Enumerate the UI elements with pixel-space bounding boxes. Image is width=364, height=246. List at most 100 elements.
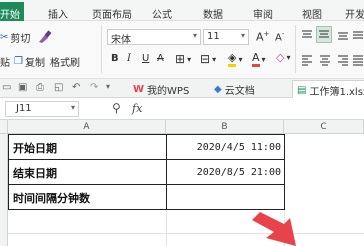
gridline (166, 209, 167, 246)
cut-button[interactable]: ✂ 剪切 (0, 30, 30, 45)
border-grid-icon: ⊞ (175, 52, 186, 66)
name-box-value: J11 (16, 103, 32, 114)
increase-font-button[interactable]: A+ (256, 30, 269, 44)
tab-page-layout[interactable]: 页面布局 (92, 6, 132, 21)
save-icon: ▣ (18, 82, 28, 93)
cell-a1[interactable]: 开始日期 (8, 134, 167, 160)
italic-button[interactable]: I (127, 53, 131, 64)
format-painter-button[interactable]: 格式刷 (50, 54, 80, 69)
borders-button[interactable]: ⊞ ▾ (175, 52, 191, 66)
tab-insert[interactable]: 插入 (48, 6, 68, 21)
fill-color-button[interactable]: ◈ ▾ (228, 51, 242, 67)
paste-button[interactable]: 贴 (0, 54, 10, 69)
font-name-value: 宋体 (111, 35, 131, 46)
tab-cloud-docs-label: 云文档 (224, 86, 255, 97)
cut-label: 剪切 (10, 34, 31, 45)
chevron-down-icon: ▾ (240, 31, 245, 40)
copy-icon: ❐ (14, 56, 23, 67)
divider (101, 25, 102, 73)
bold-button[interactable]: B (111, 53, 119, 64)
document-tab-bar: ▭ ▣ ⎙ ◱ ↶ ↷ ▾ W 我的WPS ◆ 云文档 ▤ 工作簿1.xlsx (0, 78, 364, 98)
divider (295, 25, 296, 73)
preview-icon: ◱ (54, 82, 64, 93)
bold-icon: B (111, 53, 119, 64)
decrease-font-button[interactable]: A- (275, 30, 284, 43)
column-header-a[interactable]: A (8, 120, 166, 134)
cloud-icon: ◆ (214, 84, 222, 95)
font-size-select[interactable]: 11 ▾ (203, 29, 249, 45)
tab-home[interactable]: 开始 (0, 2, 24, 21)
copy-label: 复制 (24, 58, 45, 69)
chevron-down-icon: ▾ (212, 54, 217, 64)
end-date-label: 结束日期 (13, 167, 57, 180)
align-bottom-button[interactable] (336, 28, 350, 42)
align-center-button[interactable] (318, 53, 332, 67)
pointer-arrow-icon (252, 212, 296, 246)
tab-workbook[interactable]: ▤ 工作簿1.xlsx (292, 80, 364, 98)
cell-b1[interactable]: 2020/4/5 11:00 (166, 134, 285, 160)
start-date-value: 2020/4/5 11:00 (196, 142, 281, 153)
folder-icon: ▭ (2, 82, 12, 93)
tab-my-wps-label: 我的WPS (147, 86, 190, 97)
save-button[interactable]: ▣ (18, 82, 27, 93)
interval-minutes-label: 时间间隔分钟数 (13, 192, 90, 205)
cell-a3[interactable]: 时间间隔分钟数 (8, 184, 167, 210)
italic-icon: I (127, 53, 131, 64)
merge-icon: ⊟ (200, 52, 211, 66)
column-a-label: A (83, 122, 90, 132)
tab-review[interactable]: 审阅 (253, 6, 273, 21)
column-header-b[interactable]: B (166, 120, 284, 134)
brush-button[interactable] (36, 30, 52, 44)
distributed-align-button[interactable] (352, 53, 364, 67)
quick-access-menu-button[interactable]: ▾ (106, 82, 110, 91)
copy-button[interactable]: ❐ 复制 (14, 54, 45, 69)
fx-icon: fx (132, 102, 143, 115)
tab-cloud-docs[interactable]: ◆ 云文档 (214, 82, 255, 97)
formula-input[interactable] (150, 101, 364, 117)
zoom-formula-button[interactable]: ⚲ (112, 101, 121, 115)
align-center-icon (320, 55, 330, 66)
align-middle-button[interactable] (316, 26, 332, 43)
cell-a2[interactable]: 结束日期 (8, 159, 167, 185)
tab-view[interactable]: 视图 (302, 6, 322, 21)
underline-button[interactable]: U (142, 53, 149, 64)
tab-my-wps[interactable]: W 我的WPS (133, 82, 189, 97)
align-right-button[interactable] (336, 53, 350, 67)
chevron-down-icon: ▾ (261, 54, 266, 64)
cell-b3[interactable] (166, 184, 285, 210)
font-decrease-icon: A- (275, 30, 285, 44)
insert-function-button[interactable]: fx (132, 102, 142, 115)
chevron-down-icon: ▾ (187, 54, 192, 64)
open-button[interactable]: ▭ (2, 82, 11, 93)
clear-format-button[interactable]: ◇ ▾ (276, 51, 290, 64)
tab-formulas[interactable]: 公式 (152, 6, 172, 21)
paste-label: 贴 (0, 58, 10, 69)
tab-developer[interactable]: 开发 (345, 6, 364, 21)
redo-button[interactable]: ↷ (90, 82, 98, 93)
font-name-select[interactable]: 宋体 ▾ (107, 29, 201, 46)
merge-cells-button[interactable]: ⊟ ▾ (200, 52, 216, 66)
align-bottom-icon (338, 32, 348, 40)
tab-data[interactable]: 数据 (203, 6, 223, 21)
chevron-down-icon: ▾ (286, 53, 291, 62)
cell-b2[interactable]: 2020/8/5 21:00 (166, 159, 285, 185)
align-justify-button[interactable] (352, 28, 364, 42)
spreadsheet-icon: ▤ (297, 85, 307, 96)
font-color-button[interactable]: A ▾ (252, 51, 266, 67)
eraser-icon: ◇ (276, 51, 285, 64)
strikethrough-button[interactable]: A (157, 53, 164, 64)
column-header-c[interactable]: C (284, 120, 364, 134)
chevron-down-icon: ▾ (238, 54, 243, 64)
align-left-button[interactable] (300, 53, 314, 67)
name-box[interactable]: J11 ▾ (5, 101, 79, 117)
align-top-button[interactable] (300, 28, 314, 42)
font-size-value: 11 (207, 31, 220, 42)
toolbar: ✂ 剪切 贴 ❐ 复制 格式刷 宋体 ▾ 11 ▾ A+ A- B I U A … (0, 21, 364, 78)
brush-icon (39, 30, 52, 43)
chevron-down-icon: ▾ (70, 103, 75, 112)
preview-button[interactable]: ◱ (54, 82, 63, 93)
print-button[interactable]: ⎙ (36, 82, 44, 93)
row-header-strip (0, 134, 8, 246)
select-all-corner[interactable] (0, 120, 8, 134)
undo-button[interactable]: ↶ (72, 82, 80, 93)
